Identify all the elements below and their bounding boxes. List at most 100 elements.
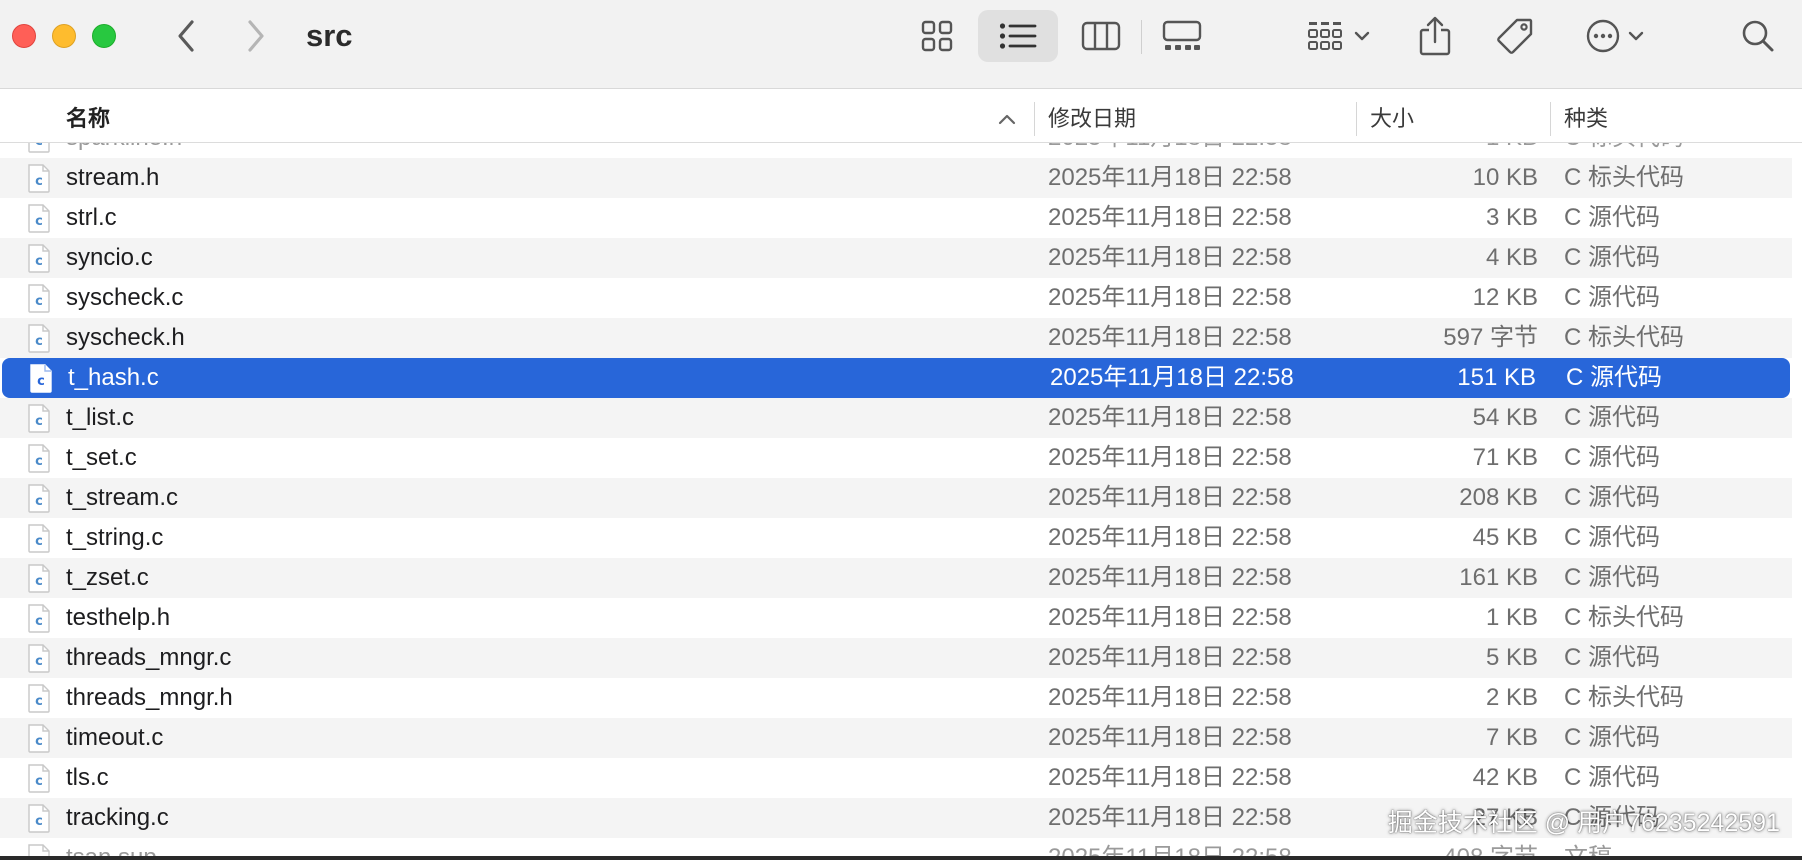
column-header-date[interactable]: 修改日期 xyxy=(1048,96,1136,142)
file-size: 10 KB xyxy=(1472,164,1538,191)
minimize-window-button[interactable] xyxy=(52,24,76,48)
file-kind: C 标头代码 xyxy=(1564,684,1684,711)
file-row[interactable]: c tls.c 2025年11月18日 22:58 42 KB C 源代码 xyxy=(0,758,1792,798)
file-date: 2025年11月18日 22:58 xyxy=(1048,244,1292,271)
file-row[interactable]: c strl.c 2025年11月18日 22:58 3 KB C 源代码 xyxy=(0,198,1792,238)
file-size: 151 KB xyxy=(1457,364,1536,391)
c-source-file-icon: c xyxy=(28,484,50,513)
file-name: t_hash.c xyxy=(68,364,159,391)
file-name: syscheck.c xyxy=(66,284,184,311)
list-view-button[interactable] xyxy=(978,10,1058,62)
svg-text:c: c xyxy=(35,214,43,229)
file-name: syscheck.h xyxy=(66,324,185,351)
file-name: tracking.c xyxy=(66,804,169,831)
column-header-size[interactable]: 大小 xyxy=(1370,96,1414,142)
svg-text:c: c xyxy=(35,534,43,549)
share-icon xyxy=(1419,16,1451,56)
c-source-file-icon: c xyxy=(28,644,50,673)
file-name: t_string.c xyxy=(66,524,164,551)
c-source-file-icon: c xyxy=(30,364,52,393)
file-row[interactable]: c syscheck.c 2025年11月18日 22:58 12 KB C 源代码 xyxy=(0,278,1792,318)
file-size: 1 KB xyxy=(1485,604,1538,631)
file-date: 2025年11月18日 22:58 xyxy=(1050,364,1294,391)
c-source-file-icon: c xyxy=(28,724,50,753)
column-header-name[interactable]: 名称 xyxy=(66,96,110,142)
file-row[interactable]: c timeout.c 2025年11月18日 22:58 7 KB C 源代码 xyxy=(0,718,1792,758)
file-size: 2 KB xyxy=(1485,684,1538,711)
file-date: 2025年11月18日 22:58 xyxy=(1048,804,1292,831)
file-size: 4 KB xyxy=(1485,244,1538,271)
column-divider[interactable] xyxy=(1034,102,1035,136)
file-name: threads_mngr.c xyxy=(66,644,232,671)
group-by-button[interactable] xyxy=(1300,10,1378,62)
icon-view-button[interactable] xyxy=(910,10,964,62)
file-kind: C 源代码 xyxy=(1564,284,1660,311)
svg-text:c: c xyxy=(35,694,43,709)
back-button[interactable] xyxy=(168,10,204,62)
file-list[interactable]: csparkline.h2025年11月18日 22:581 KBC 标头代码c… xyxy=(0,136,1802,860)
zoom-window-button[interactable] xyxy=(92,24,116,48)
file-size: 597 字节 xyxy=(1443,324,1538,351)
file-name: stream.h xyxy=(66,164,160,191)
column-view-button[interactable] xyxy=(1072,10,1130,62)
gallery-view-button[interactable] xyxy=(1152,10,1212,62)
file-date: 2025年11月18日 22:58 xyxy=(1048,284,1292,311)
file-size: 208 KB xyxy=(1459,484,1538,511)
svg-text:c: c xyxy=(35,814,43,829)
file-size: 5 KB xyxy=(1485,644,1538,671)
file-date: 2025年11月18日 22:58 xyxy=(1048,724,1292,751)
close-window-button[interactable] xyxy=(12,24,36,48)
file-row[interactable]: c t_zset.c 2025年11月18日 22:58 161 KB C 源代码 xyxy=(0,558,1792,598)
folder-title: src xyxy=(306,18,353,53)
chevron-left-icon xyxy=(178,20,194,52)
c-source-file-icon: c xyxy=(28,324,50,353)
file-row[interactable]: c t_list.c 2025年11月18日 22:58 54 KB C 源代码 xyxy=(0,398,1792,438)
file-row[interactable]: c t_string.c 2025年11月18日 22:58 45 KB C 源代码 xyxy=(0,518,1792,558)
chevron-down-icon xyxy=(1628,31,1644,41)
finder-window: src sparkline.h 2025年11月18日 22:58 1 KB C… xyxy=(0,0,1802,860)
file-size: 12 KB xyxy=(1472,284,1538,311)
file-row-selected[interactable]: c t_hash.c 2025年11月18日 22:58 151 KB C 源代码 xyxy=(2,358,1790,398)
toolbar: src xyxy=(0,0,1802,89)
sort-ascending-icon xyxy=(998,114,1016,125)
file-row[interactable]: c t_stream.c 2025年11月18日 22:58 208 KB C 源代码 xyxy=(0,478,1792,518)
c-source-file-icon: c xyxy=(28,204,50,233)
column-divider[interactable] xyxy=(1356,102,1357,136)
list-icon xyxy=(999,23,1037,49)
gallery-icon xyxy=(1162,20,1202,50)
svg-text:c: c xyxy=(35,494,43,509)
search-button[interactable] xyxy=(1734,10,1782,62)
file-row[interactable]: c t_set.c 2025年11月18日 22:58 71 KB C 源代码 xyxy=(0,438,1792,478)
file-size: 42 KB xyxy=(1472,764,1538,791)
file-date: 2025年11月18日 22:58 xyxy=(1048,764,1292,791)
file-date: 2025年11月18日 22:58 xyxy=(1048,644,1292,671)
svg-text:c: c xyxy=(35,734,43,749)
c-source-file-icon: c xyxy=(28,284,50,313)
column-divider[interactable] xyxy=(1550,102,1551,136)
svg-text:c: c xyxy=(35,254,43,269)
file-row[interactable]: c stream.h 2025年11月18日 22:58 10 KB C 标头代码 xyxy=(0,158,1792,198)
file-kind: C 源代码 xyxy=(1564,724,1660,751)
columns-icon xyxy=(1081,21,1121,51)
more-actions-button[interactable] xyxy=(1576,10,1654,62)
file-name: t_list.c xyxy=(66,404,135,431)
forward-button[interactable] xyxy=(238,10,274,62)
file-kind: C 源代码 xyxy=(1566,364,1662,391)
file-row[interactable]: c testhelp.h 2025年11月18日 22:58 1 KB C 标头代码 xyxy=(0,598,1792,638)
c-source-file-icon: c xyxy=(28,164,50,193)
file-name: syncio.c xyxy=(66,244,153,271)
file-row[interactable]: c syscheck.h 2025年11月18日 22:58 597 字节 C 标头代码 xyxy=(0,318,1792,358)
file-row[interactable]: c threads_mngr.c 2025年11月18日 22:58 5 KB C 源代… xyxy=(0,638,1792,678)
file-row[interactable]: c threads_mngr.h 2025年11月18日 22:58 2 KB C 标头… xyxy=(0,678,1792,718)
file-kind: C 标头代码 xyxy=(1564,604,1684,631)
svg-text:c: c xyxy=(37,374,45,389)
svg-text:c: c xyxy=(35,774,43,789)
column-header-kind[interactable]: 种类 xyxy=(1564,96,1608,142)
c-source-file-icon: c xyxy=(28,684,50,713)
file-name: t_zset.c xyxy=(66,564,149,591)
tag-button[interactable] xyxy=(1490,10,1540,62)
file-kind: C 标头代码 xyxy=(1564,324,1684,351)
file-row[interactable]: c syncio.c 2025年11月18日 22:58 4 KB C 源代码 xyxy=(0,238,1792,278)
share-button[interactable] xyxy=(1412,10,1458,62)
file-name: tls.c xyxy=(66,764,109,791)
